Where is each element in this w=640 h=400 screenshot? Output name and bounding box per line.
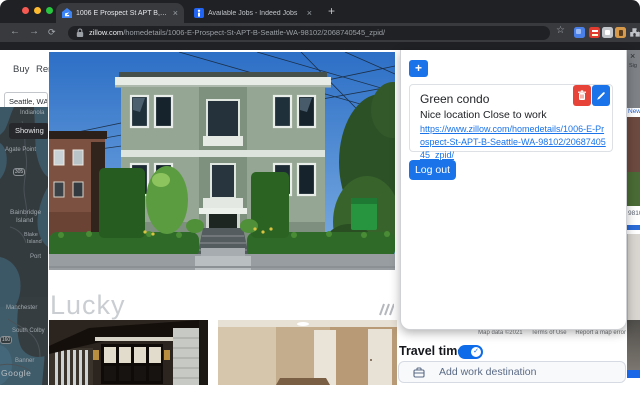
extension-popup: + Green condo Nice location Close to wor… [400, 50, 627, 330]
forward-icon[interactable]: → [29, 27, 39, 37]
terms-of-use-link[interactable]: Terms of Use [531, 330, 566, 336]
url-path: /homedetails/1006-E-Prospect-St-APT-B-Se… [123, 28, 386, 37]
card-description: Nice location Close to work [420, 109, 547, 121]
tab-title: 1006 E Prospect St APT B, Se [76, 9, 169, 17]
map-attribution: Map data ©2021 Terms of Use Report a map… [400, 330, 626, 336]
briefcase-icon [413, 366, 425, 378]
card-link[interactable]: https://www.zillow.com/homedetails/1006-… [420, 123, 606, 162]
google-logo: Google [1, 368, 32, 378]
condo-photo-render [49, 52, 395, 270]
map-label: Blake [24, 232, 38, 238]
toggle-check-icon: ✓ [471, 347, 481, 357]
partial-link-text[interactable]: New [628, 108, 640, 115]
browser-toolbar: ← → ⟳ zillow.com/homedetails/1006-E-Pros… [0, 23, 640, 42]
add-work-destination-button[interactable]: Add work destination [398, 361, 626, 383]
listing-photo-hallway[interactable] [218, 320, 397, 385]
route-shield: 305 [13, 168, 25, 176]
map-label: South Colby [12, 328, 45, 334]
hallway-photo-render [218, 320, 397, 385]
map-label: Indianola [20, 110, 45, 116]
pencil-icon [597, 91, 605, 100]
map-label: Island [16, 217, 34, 224]
photo-edge-hedge [627, 172, 640, 206]
listing-photo-main[interactable] [49, 52, 395, 270]
indeed-favicon [194, 8, 204, 18]
watermark-glyph [379, 303, 394, 316]
nav-rent-link[interactable]: Rent [36, 64, 49, 75]
nav-buy-link[interactable]: Buy [13, 64, 29, 75]
trash-icon [578, 90, 586, 100]
extensions-puzzle-icon[interactable] [629, 27, 640, 38]
lock-icon [76, 27, 84, 37]
photo-edge-brick [627, 117, 640, 172]
map-tooltip: Showing [9, 123, 48, 139]
tab-zillow[interactable]: 1006 E Prospect St APT B, Se × [56, 3, 184, 23]
url-text: zillow.com/homedetails/1006-E-Prospect-S… [89, 28, 385, 37]
listing-photo-porch[interactable] [49, 320, 208, 385]
delete-button[interactable] [573, 85, 591, 106]
card-title: Green condo [420, 92, 490, 106]
logout-button[interactable]: Log out [409, 160, 456, 180]
map-label: Manchester [6, 305, 38, 311]
zoom-window-button[interactable] [46, 7, 53, 14]
url-domain: zillow.com [89, 28, 124, 37]
tab-title: Available Jobs - Indeed Jobs [208, 9, 298, 17]
sign-in-partial-text: Sig [629, 63, 637, 69]
photo-edge-interior-light [627, 234, 640, 320]
minimize-window-button[interactable] [34, 7, 41, 14]
close-window-button[interactable] [22, 7, 29, 14]
travel-times-toggle[interactable]: ✓ [458, 345, 483, 359]
porch-photo-render [49, 320, 208, 385]
extension-icon-blue[interactable] [574, 27, 585, 38]
extension-icon-red[interactable] [589, 27, 600, 38]
map-label: Banner [15, 358, 35, 364]
gallery-header-edge: × Sig [627, 50, 640, 108]
map-label: Agate Point [5, 147, 37, 153]
new-tab-button[interactable]: + [328, 5, 335, 17]
extension-icon-orange[interactable] [615, 27, 626, 38]
route-shield: 160 [0, 336, 12, 344]
bookmark-star-icon[interactable]: ☆ [556, 26, 565, 36]
edit-button[interactable] [592, 85, 610, 106]
map-data-text: Map data ©2021 [478, 330, 523, 336]
map-label: Island [27, 239, 42, 245]
saved-home-card: Green condo Nice location Close to work … [409, 84, 613, 160]
zillow-favicon [62, 8, 72, 18]
back-icon[interactable]: ← [10, 27, 20, 37]
zillow-nav: Buy Rent [0, 55, 49, 83]
map-label: Bainbridge [10, 209, 42, 216]
add-work-destination-label: Add work destination [439, 366, 537, 378]
map[interactable]: Indianola Showing Agate Point 305 Bainbr… [0, 107, 48, 385]
map-label: Port [30, 254, 42, 260]
photo-edge-interior-dark [627, 320, 640, 370]
extension-icon-grey[interactable] [602, 27, 613, 38]
screenshot-root: { "browser": { "tabs": [ { "title": "100… [0, 0, 640, 400]
reload-icon[interactable]: ⟳ [48, 28, 56, 37]
address-bar[interactable]: zillow.com/homedetails/1006-E-Prospect-S… [68, 25, 550, 40]
tab-close-icon[interactable]: × [307, 8, 312, 18]
blue-button-edge [627, 370, 640, 378]
add-note-button[interactable]: + [409, 60, 428, 77]
report-map-error-link[interactable]: Report a map error [575, 330, 626, 336]
watermark-text: Lucky [50, 290, 126, 320]
blue-divider-edge [627, 225, 640, 230]
close-icon[interactable]: × [630, 52, 635, 61]
partial-zip-text: 9810 [628, 210, 640, 217]
tab-indeed[interactable]: Available Jobs - Indeed Jobs × [188, 3, 318, 23]
tab-close-icon[interactable]: × [173, 8, 178, 18]
